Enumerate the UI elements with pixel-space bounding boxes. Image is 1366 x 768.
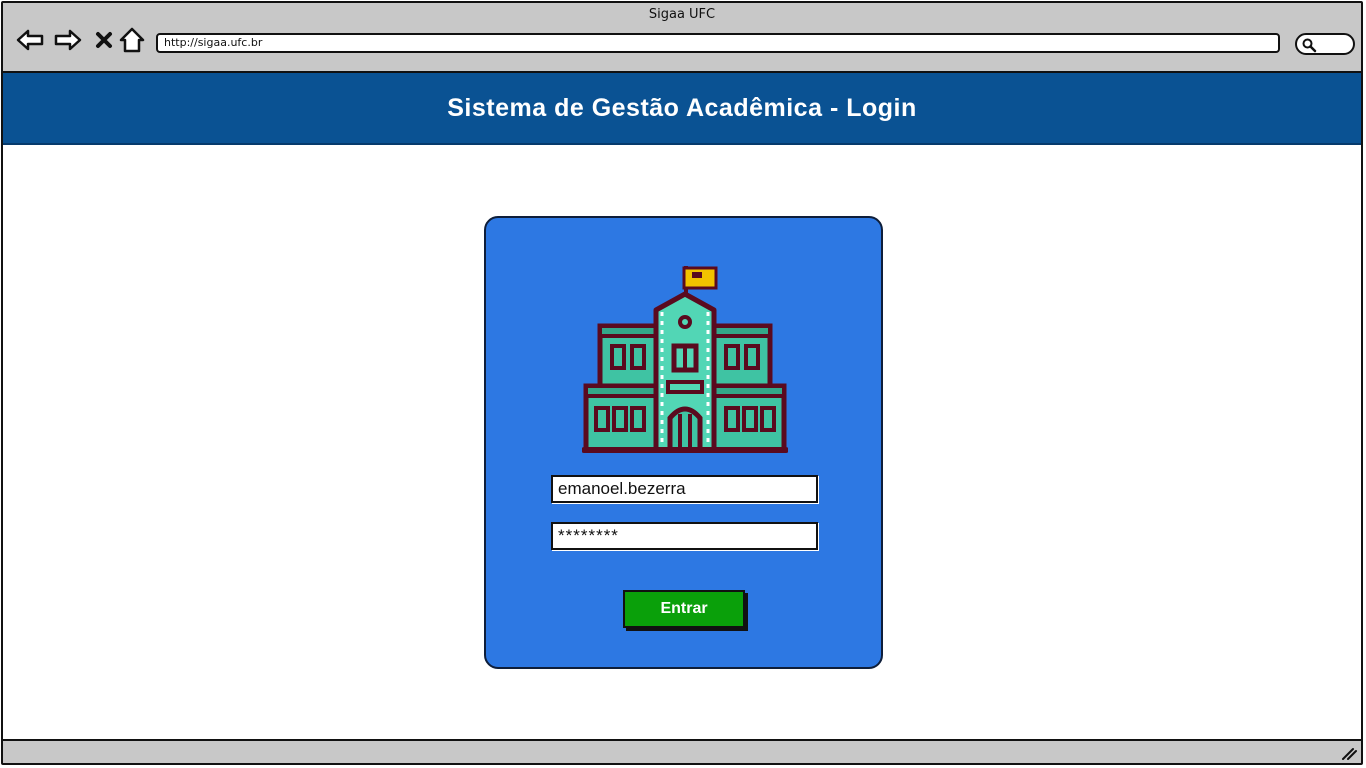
password-field[interactable]: ******** — [551, 522, 818, 550]
browser-search-field[interactable] — [1295, 33, 1355, 55]
back-icon — [16, 29, 44, 51]
resize-grip-icon[interactable] — [1341, 747, 1357, 761]
login-button[interactable]: Entrar — [623, 590, 745, 628]
browser-window: Sigaa UFC http://sigaa.ufc.br Sistema de… — [1, 1, 1363, 765]
home-button[interactable] — [117, 25, 147, 55]
page-title: Sistema de Gestão Acadêmica - Login — [447, 93, 917, 122]
back-button[interactable] — [15, 25, 45, 55]
forward-icon — [54, 29, 82, 51]
browser-toolbar: Sigaa UFC http://sigaa.ufc.br — [3, 3, 1361, 73]
username-field[interactable]: emanoel.bezerra — [551, 475, 818, 503]
school-building-icon — [582, 266, 788, 453]
app-header: Sistema de Gestão Acadêmica - Login — [3, 73, 1361, 145]
window-title: Sigaa UFC — [648, 7, 716, 22]
close-icon — [96, 32, 112, 48]
stop-button[interactable] — [89, 25, 119, 55]
home-icon — [119, 27, 145, 53]
address-bar[interactable]: http://sigaa.ufc.br — [156, 33, 1280, 53]
login-card: emanoel.bezerra ******** Entrar — [484, 216, 883, 669]
search-icon — [1302, 38, 1317, 53]
status-bar — [3, 739, 1361, 763]
forward-button[interactable] — [53, 25, 83, 55]
